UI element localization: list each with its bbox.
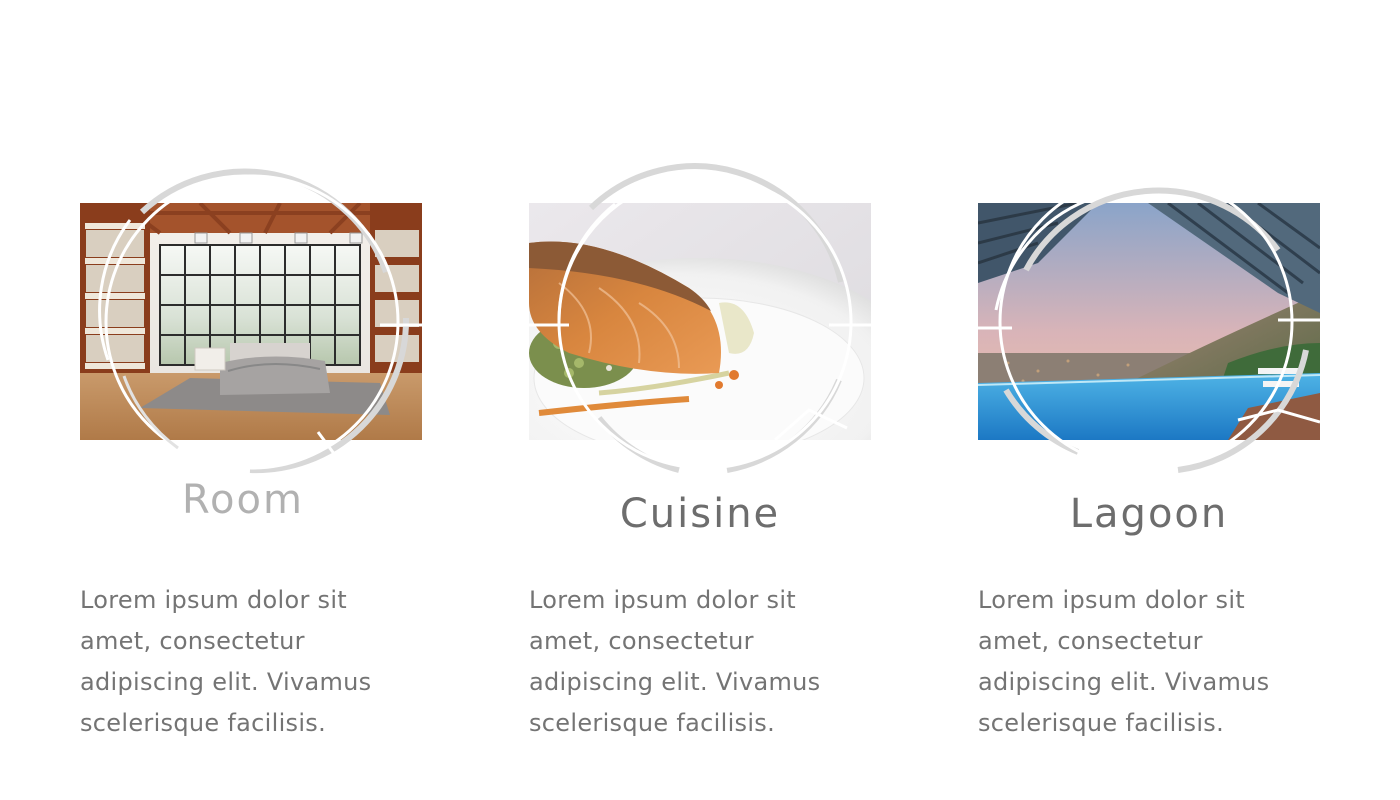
feature-section: Room Lorem ipsum dolor sit amet, consect… — [0, 0, 1400, 800]
card-description-lagoon: Lorem ipsum dolor sit amet, consectetur … — [978, 586, 1270, 737]
card-title-room: Room — [182, 477, 304, 523]
feature-card-cuisine[interactable]: Cuisine Lorem ipsum dolor sit amet, cons… — [529, 0, 871, 800]
card-title-cuisine: Cuisine — [619, 491, 781, 537]
card-description-room: Lorem ipsum dolor sit amet, consectetur … — [80, 586, 372, 737]
infinity-pool-image — [978, 203, 1320, 440]
feature-card-room[interactable]: Room Lorem ipsum dolor sit amet, consect… — [80, 0, 422, 800]
card-description-cuisine: Lorem ipsum dolor sit amet, consectetur … — [529, 586, 821, 737]
room-photo — [80, 203, 422, 440]
feature-card-lagoon[interactable]: Lagoon Lorem ipsum dolor sit amet, conse… — [978, 0, 1320, 800]
card-title-lagoon: Lagoon — [1069, 491, 1229, 537]
salmon-dish-image — [529, 203, 871, 440]
lagoon-photo — [978, 203, 1320, 440]
cuisine-photo — [529, 203, 871, 440]
bedroom-library-image — [80, 203, 422, 440]
